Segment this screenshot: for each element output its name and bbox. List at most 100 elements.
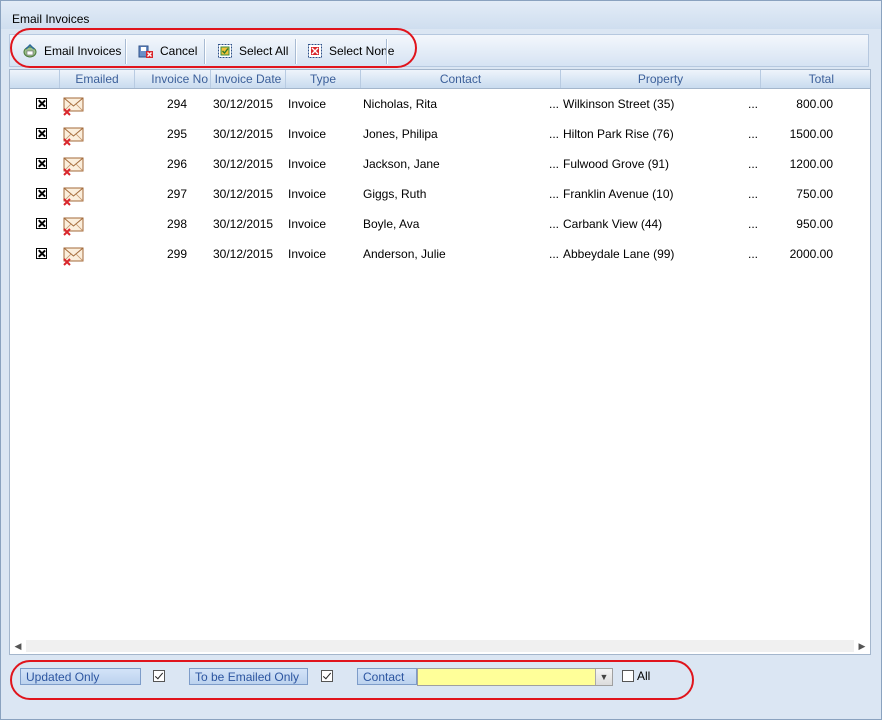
invoice-no-cell: 296: [166, 157, 187, 171]
invoice-no-cell: 294: [166, 97, 187, 111]
type-cell: Invoice: [288, 187, 327, 201]
property-cell: Carbank View (44): [563, 217, 663, 231]
select-all-label: Select All: [239, 44, 289, 58]
invoices-grid: Emailed Invoice No Invoice Date Type Con…: [9, 69, 871, 655]
type-cell: Invoice: [288, 97, 327, 111]
header-emailed[interactable]: Emailed: [60, 70, 135, 88]
email-not-sent-icon: [62, 122, 86, 146]
toolbar-separator: [204, 39, 206, 64]
contact-cell: Anderson, Julie: [363, 247, 446, 261]
email-invoices-window: Email Invoices Email Invoices Cancel Sel…: [0, 0, 882, 720]
header-invoice-date[interactable]: Invoice Date: [211, 70, 286, 88]
email-not-sent-icon: [62, 152, 86, 176]
email-not-sent-icon: [62, 182, 86, 206]
updated-only-label: Updated Only: [20, 668, 141, 685]
select-none-label: Select None: [329, 44, 395, 58]
property-cell: Hilton Park Rise (76): [563, 127, 674, 141]
invoice-date-cell: 30/12/2015: [213, 217, 274, 231]
header-contact[interactable]: Contact: [361, 70, 561, 88]
select-row-checkbox[interactable]: [36, 98, 47, 109]
filter-bar: Updated Only To be Emailed Only Contact …: [1, 657, 881, 719]
cancel-button[interactable]: Cancel: [138, 39, 197, 63]
header-type[interactable]: Type: [286, 70, 361, 88]
toolbar-separator: [386, 39, 388, 64]
invoice-no-cell: 299: [166, 247, 187, 261]
invoice-date-cell: 30/12/2015: [213, 187, 274, 201]
property-lookup-button[interactable]: ...: [748, 209, 758, 239]
property-lookup-button[interactable]: ...: [748, 239, 758, 269]
send-email-icon: [22, 43, 38, 59]
select-row-checkbox[interactable]: [36, 248, 47, 259]
invoice-no-cell: 297: [166, 187, 187, 201]
table-row[interactable]: 299 30/12/2015 Invoice Anderson, Julie... Ab…: [10, 239, 870, 269]
select-row-checkbox[interactable]: [36, 188, 47, 199]
contact-combobox[interactable]: ▼: [417, 668, 613, 686]
updated-only-checkbox[interactable]: [153, 670, 165, 682]
email-not-sent-icon: [62, 92, 86, 116]
table-row[interactable]: 294 30/12/2015 Invoice Nicholas, Rita... Wil…: [10, 89, 870, 119]
invoice-date-cell: 30/12/2015: [213, 247, 274, 261]
all-label: All: [637, 669, 651, 683]
contact-cell: Boyle, Ava: [363, 217, 420, 231]
property-lookup-button[interactable]: ...: [748, 179, 758, 209]
scroll-track[interactable]: [26, 640, 854, 652]
cancel-icon: [138, 43, 154, 59]
contact-label: Contact: [357, 668, 417, 685]
chevron-down-icon[interactable]: ▼: [595, 669, 612, 685]
email-invoices-label: Email Invoices: [44, 44, 122, 58]
select-row-checkbox[interactable]: [36, 128, 47, 139]
invoice-date-cell: 30/12/2015: [213, 127, 274, 141]
select-row-checkbox[interactable]: [36, 158, 47, 169]
toolbar-separator: [125, 39, 127, 64]
select-none-button[interactable]: Select None: [307, 39, 394, 63]
scroll-left-icon[interactable]: ◀: [10, 638, 26, 654]
type-cell: Invoice: [288, 217, 327, 231]
contact-cell: Jones, Philipa: [363, 127, 438, 141]
invoice-no-cell: 298: [166, 217, 187, 231]
contact-cell: Giggs, Ruth: [363, 187, 427, 201]
table-row[interactable]: 297 30/12/2015 Invoice Giggs, Ruth... Frankl…: [10, 179, 870, 209]
email-not-sent-icon: [62, 212, 86, 236]
property-cell: Fulwood Grove (91): [563, 157, 670, 171]
header-invoice-no[interactable]: Invoice No: [135, 70, 211, 88]
cancel-label: Cancel: [160, 44, 198, 58]
title-bar: Email Invoices: [1, 1, 881, 29]
select-row-checkbox[interactable]: [36, 218, 47, 229]
contact-lookup-button[interactable]: ...: [549, 149, 559, 179]
table-row[interactable]: 295 30/12/2015 Invoice Jones, Philipa... Hil…: [10, 119, 870, 149]
select-all-icon: [217, 43, 233, 59]
contact-lookup-button[interactable]: ...: [549, 239, 559, 269]
all-checkbox[interactable]: [622, 670, 634, 682]
table-row[interactable]: 298 30/12/2015 Invoice Boyle, Ava... Carbank…: [10, 209, 870, 239]
contact-lookup-button[interactable]: ...: [549, 209, 559, 239]
scroll-right-icon[interactable]: ▶: [854, 638, 870, 654]
invoice-date-cell: 30/12/2015: [213, 157, 274, 171]
property-lookup-button[interactable]: ...: [748, 89, 758, 119]
property-cell: Abbeydale Lane (99): [563, 247, 675, 261]
grid-header: Emailed Invoice No Invoice Date Type Con…: [10, 70, 870, 89]
contact-cell: Nicholas, Rita: [363, 97, 438, 111]
header-total[interactable]: Total: [761, 70, 870, 88]
total-cell: 950.00: [796, 217, 833, 231]
header-select: [10, 70, 60, 88]
total-cell: 1200.00: [789, 157, 833, 171]
total-cell: 800.00: [796, 97, 833, 111]
email-invoices-button[interactable]: Email Invoices: [22, 39, 121, 63]
table-row[interactable]: 296 30/12/2015 Invoice Jackson, Jane... Fulw…: [10, 149, 870, 179]
horizontal-scrollbar[interactable]: ◀ ▶: [10, 638, 870, 654]
contact-lookup-button[interactable]: ...: [549, 119, 559, 149]
type-cell: Invoice: [288, 127, 327, 141]
total-cell: 1500.00: [789, 127, 833, 141]
email-not-sent-icon: [62, 242, 86, 266]
property-cell: Wilkinson Street (35): [563, 97, 675, 111]
select-all-button[interactable]: Select All: [217, 39, 288, 63]
to-be-emailed-only-checkbox[interactable]: [321, 670, 333, 682]
header-property[interactable]: Property: [561, 70, 761, 88]
property-lookup-button[interactable]: ...: [748, 149, 758, 179]
invoice-date-cell: 30/12/2015: [213, 97, 274, 111]
property-lookup-button[interactable]: ...: [748, 119, 758, 149]
contact-lookup-button[interactable]: ...: [549, 179, 559, 209]
total-cell: 750.00: [796, 187, 833, 201]
contact-cell: Jackson, Jane: [363, 157, 440, 171]
contact-lookup-button[interactable]: ...: [549, 89, 559, 119]
